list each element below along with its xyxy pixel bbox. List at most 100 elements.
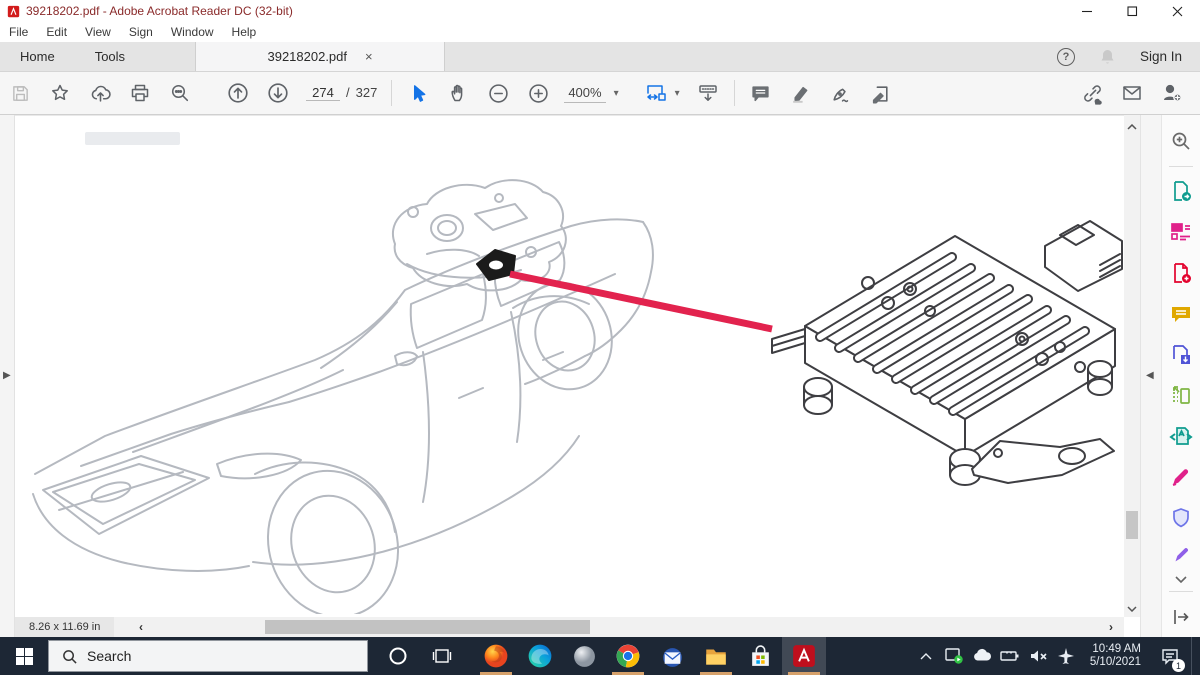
toolbar-separator [391, 80, 392, 106]
export-pdf-icon[interactable] [1162, 171, 1200, 212]
menu-file[interactable]: File [0, 25, 37, 39]
more-tools-chevron-icon[interactable] [1162, 572, 1200, 588]
tab-bar: Home Tools 39218202.pdf × ? Sign In [0, 42, 1200, 72]
next-page-icon[interactable] [258, 76, 298, 110]
menu-window[interactable]: Window [162, 25, 223, 39]
comment-panel-icon[interactable] [1162, 293, 1200, 334]
main-toolbar: / 327 400% ▾ ▾ [0, 72, 1200, 115]
fit-dropdown-icon[interactable]: ▾ [675, 88, 680, 99]
edge-icon[interactable] [518, 637, 562, 675]
control-module-drawing [760, 191, 1124, 501]
select-tool-icon[interactable] [398, 76, 438, 110]
collapse-right-pane-icon[interactable]: ◀ [1146, 370, 1154, 381]
more-tools-pen-icon[interactable] [1162, 539, 1200, 572]
tab-home[interactable]: Home [0, 42, 75, 71]
clock-time: 10:49 AM [1090, 643, 1141, 656]
fill-sign-panel-icon[interactable] [1162, 457, 1200, 498]
search-placeholder: Search [87, 648, 131, 664]
acrobat-taskbar-icon[interactable] [782, 637, 826, 675]
tab-tools[interactable]: Tools [75, 42, 145, 71]
taskbar-search-box[interactable]: Search [48, 640, 368, 672]
document-tab-title: 39218202.pdf [267, 49, 347, 64]
vertical-scroll-thumb[interactable] [1126, 511, 1138, 539]
rail-divider [1169, 591, 1193, 592]
notification-badge: 1 [1172, 659, 1185, 672]
menu-edit[interactable]: Edit [37, 25, 76, 39]
combine-files-icon[interactable] [1162, 334, 1200, 375]
star-favorite-icon[interactable] [40, 76, 80, 110]
share-with-others-icon[interactable] [1152, 76, 1192, 110]
car-line-drawing [15, 124, 655, 614]
menu-help[interactable]: Help [223, 25, 266, 39]
cloud-upload-icon[interactable] [80, 76, 120, 110]
page-number-input[interactable] [306, 85, 340, 101]
fit-width-icon[interactable] [635, 76, 675, 110]
horizontal-scroll-thumb[interactable] [265, 620, 590, 634]
fill-sign-tool-icon[interactable] [821, 76, 861, 110]
scroll-left-icon[interactable]: ‹ [133, 618, 149, 636]
zoom-out-icon[interactable] [478, 76, 518, 110]
document-viewer: ▶ [0, 115, 1200, 637]
edit-pdf-tool-icon[interactable] [861, 76, 901, 110]
microsoft-store-icon[interactable] [738, 637, 782, 675]
tools-rail [1161, 115, 1200, 637]
minimize-button[interactable] [1065, 0, 1110, 22]
callout-line [500, 266, 780, 341]
action-center-icon[interactable]: 1 [1153, 637, 1187, 675]
scroll-up-icon[interactable] [1124, 119, 1140, 135]
email-icon[interactable] [1112, 76, 1152, 110]
expand-left-pane-icon[interactable]: ▶ [3, 370, 11, 381]
tray-expand-icon[interactable] [914, 637, 938, 675]
close-button[interactable] [1155, 0, 1200, 22]
mail-icon[interactable] [650, 637, 694, 675]
find-icon[interactable] [160, 76, 200, 110]
zoom-in-icon[interactable] [518, 76, 558, 110]
airplane-mode-icon[interactable] [1054, 637, 1078, 675]
zoom-level-value[interactable]: 400% [564, 83, 605, 103]
tab-document[interactable]: 39218202.pdf × [195, 42, 445, 71]
vertical-scrollbar[interactable] [1124, 115, 1140, 617]
window-title: 39218202.pdf - Adobe Acrobat Reader DC (… [26, 4, 293, 18]
maximize-button[interactable] [1110, 0, 1155, 22]
menu-view[interactable]: View [76, 25, 120, 39]
toolbar-separator [734, 80, 735, 106]
scroll-down-icon[interactable] [1124, 601, 1140, 617]
scrolling-mode-icon[interactable] [688, 76, 728, 110]
start-button[interactable] [0, 637, 48, 675]
volume-muted-icon[interactable] [1026, 637, 1050, 675]
menu-sign[interactable]: Sign [120, 25, 162, 39]
search-tools-icon[interactable] [1162, 121, 1200, 162]
share-link-icon[interactable] [1072, 76, 1112, 110]
onedrive-cloud-icon[interactable] [970, 637, 994, 675]
protect-pdf-icon[interactable] [1162, 498, 1200, 539]
notifications-bell-icon[interactable] [1099, 48, 1116, 65]
tab-close-icon[interactable]: × [365, 49, 373, 64]
highlighter-tool-icon[interactable] [781, 76, 821, 110]
taskbar-clock[interactable]: 10:49 AM 5/10/2021 [1082, 643, 1149, 669]
previous-page-icon[interactable] [218, 76, 258, 110]
firefox-icon[interactable] [474, 637, 518, 675]
battery-icon[interactable] [998, 637, 1022, 675]
file-explorer-icon[interactable] [694, 637, 738, 675]
hand-tool-icon[interactable] [438, 76, 478, 110]
save-icon[interactable] [0, 76, 40, 110]
compress-pdf-icon[interactable] [1162, 416, 1200, 457]
scroll-right-icon[interactable]: › [1103, 618, 1119, 636]
create-pdf-icon[interactable] [1162, 253, 1200, 294]
comment-tool-icon[interactable] [741, 76, 781, 110]
print-icon[interactable] [120, 76, 160, 110]
open-tools-pane-icon[interactable] [1162, 596, 1200, 637]
show-desktop-button[interactable] [1191, 637, 1196, 675]
zoom-dropdown-icon[interactable]: ▾ [614, 88, 619, 99]
device-play-icon[interactable] [942, 637, 966, 675]
help-icon[interactable]: ? [1057, 48, 1075, 66]
windows-taskbar: Search [0, 637, 1200, 675]
sign-in-button[interactable]: Sign In [1140, 49, 1182, 64]
clock-date: 5/10/2021 [1090, 656, 1141, 669]
chrome-icon[interactable] [606, 637, 650, 675]
gray-sphere-app-icon[interactable] [562, 637, 606, 675]
task-view-icon[interactable] [420, 637, 464, 675]
organize-pages-icon[interactable] [1162, 212, 1200, 253]
edit-pages-icon[interactable] [1162, 375, 1200, 416]
cortana-icon[interactable] [376, 637, 420, 675]
